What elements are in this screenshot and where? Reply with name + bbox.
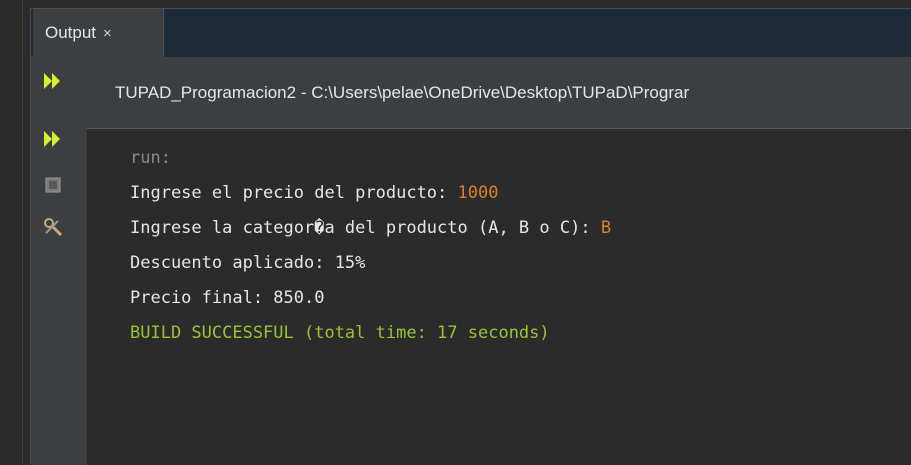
console-line-category: Ingrese la categor�a del producto (A, B … xyxy=(130,211,911,246)
run-title: TUPAD_Programacion2 - C:\Users\pelae\One… xyxy=(115,82,690,102)
console-output[interactable]: run: Ingrese el precio del producto: 100… xyxy=(87,129,911,465)
category-prompt: Ingrese la categor�a del producto (A, B … xyxy=(130,218,601,238)
output-toolbar xyxy=(31,57,87,465)
console-line-price: Ingrese el precio del producto: 1000 xyxy=(130,176,911,211)
tab-output-label: Output xyxy=(45,23,97,42)
settings-icon[interactable] xyxy=(41,215,65,239)
console-line-discount: Descuento aplicado: 15% xyxy=(130,253,366,273)
tab-bar: Output × xyxy=(31,9,911,57)
output-window: Output × TUPAD_Programacion2 - C:\Users\… xyxy=(30,8,911,465)
rerun-icon[interactable] xyxy=(41,69,65,93)
stop-icon[interactable] xyxy=(41,173,65,197)
top-edge xyxy=(30,0,911,8)
run-header: TUPAD_Programacion2 - C:\Users\pelae\One… xyxy=(87,57,911,129)
outer-left-edge xyxy=(22,0,23,464)
price-prompt: Ingrese el precio del producto: xyxy=(130,183,458,203)
console-line-build: BUILD SUCCESSFUL (total time: 17 seconds… xyxy=(130,323,550,343)
category-input-value: B xyxy=(600,218,612,238)
price-input-value: 1000 xyxy=(457,183,499,203)
close-icon[interactable]: × xyxy=(103,25,112,42)
tab-output[interactable]: Output × xyxy=(33,9,164,57)
outer-left-strip xyxy=(0,0,30,464)
console-line-final-price: Precio final: 850.0 xyxy=(130,288,325,308)
rerun-with-options-icon[interactable] xyxy=(41,127,65,151)
console-line-run: run: xyxy=(130,148,171,168)
